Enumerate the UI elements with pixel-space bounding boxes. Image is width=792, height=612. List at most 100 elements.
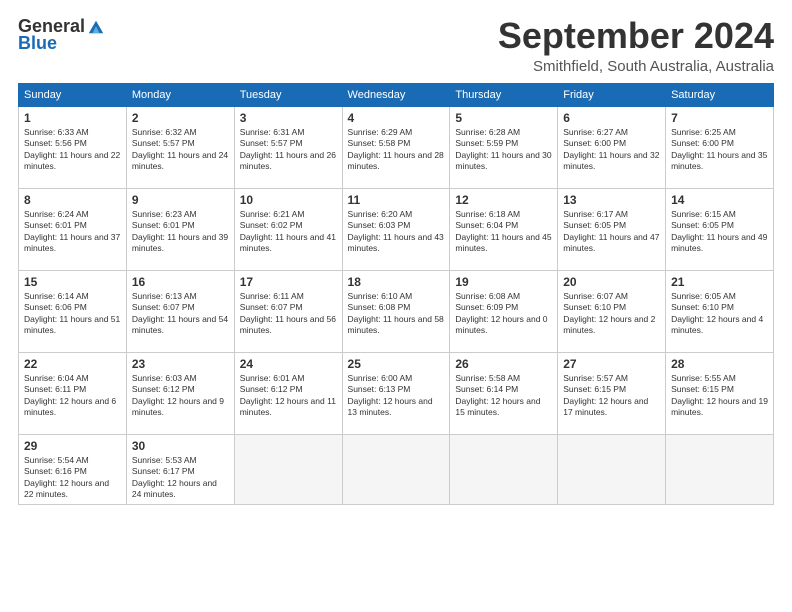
calendar-cell: 7 Sunrise: 6:25 AMSunset: 6:00 PMDayligh…: [666, 106, 774, 188]
day-info: Sunrise: 6:08 AMSunset: 6:09 PMDaylight:…: [455, 291, 552, 337]
calendar-cell: 12 Sunrise: 6:18 AMSunset: 6:04 PMDaylig…: [450, 188, 558, 270]
day-number: 17: [240, 275, 337, 289]
day-info: Sunrise: 6:33 AMSunset: 5:56 PMDaylight:…: [24, 127, 121, 173]
calendar-cell: 29 Sunrise: 5:54 AMSunset: 6:16 PMDaylig…: [19, 434, 127, 505]
day-info: Sunrise: 6:29 AMSunset: 5:58 PMDaylight:…: [348, 127, 445, 173]
calendar-cell: 8 Sunrise: 6:24 AMSunset: 6:01 PMDayligh…: [19, 188, 127, 270]
day-info: Sunrise: 6:15 AMSunset: 6:05 PMDaylight:…: [671, 209, 768, 255]
calendar-cell: 27 Sunrise: 5:57 AMSunset: 6:15 PMDaylig…: [558, 352, 666, 434]
day-info: Sunrise: 6:07 AMSunset: 6:10 PMDaylight:…: [563, 291, 660, 337]
day-info: Sunrise: 5:57 AMSunset: 6:15 PMDaylight:…: [563, 373, 660, 419]
day-header-monday: Monday: [126, 83, 234, 106]
day-number: 10: [240, 193, 337, 207]
calendar-cell: 30 Sunrise: 5:53 AMSunset: 6:17 PMDaylig…: [126, 434, 234, 505]
calendar-cell: 13 Sunrise: 6:17 AMSunset: 6:05 PMDaylig…: [558, 188, 666, 270]
calendar-cell: 5 Sunrise: 6:28 AMSunset: 5:59 PMDayligh…: [450, 106, 558, 188]
calendar-cell: 2 Sunrise: 6:32 AMSunset: 5:57 PMDayligh…: [126, 106, 234, 188]
day-info: Sunrise: 6:04 AMSunset: 6:11 PMDaylight:…: [24, 373, 121, 419]
calendar-cell: 6 Sunrise: 6:27 AMSunset: 6:00 PMDayligh…: [558, 106, 666, 188]
calendar-cell: 23 Sunrise: 6:03 AMSunset: 6:12 PMDaylig…: [126, 352, 234, 434]
calendar-cell: 25 Sunrise: 6:00 AMSunset: 6:13 PMDaylig…: [342, 352, 450, 434]
day-number: 22: [24, 357, 121, 371]
day-info: Sunrise: 6:31 AMSunset: 5:57 PMDaylight:…: [240, 127, 337, 173]
title-block: September 2024 Smithfield, South Austral…: [498, 16, 774, 75]
day-info: Sunrise: 6:27 AMSunset: 6:00 PMDaylight:…: [563, 127, 660, 173]
day-number: 5: [455, 111, 552, 125]
logo-icon: [87, 18, 105, 36]
day-info: Sunrise: 6:01 AMSunset: 6:12 PMDaylight:…: [240, 373, 337, 419]
day-info: Sunrise: 5:58 AMSunset: 6:14 PMDaylight:…: [455, 373, 552, 419]
day-number: 9: [132, 193, 229, 207]
calendar-cell: 10 Sunrise: 6:21 AMSunset: 6:02 PMDaylig…: [234, 188, 342, 270]
calendar-cell: 24 Sunrise: 6:01 AMSunset: 6:12 PMDaylig…: [234, 352, 342, 434]
day-number: 1: [24, 111, 121, 125]
calendar-cell: 21 Sunrise: 6:05 AMSunset: 6:10 PMDaylig…: [666, 270, 774, 352]
day-number: 19: [455, 275, 552, 289]
day-header-saturday: Saturday: [666, 83, 774, 106]
calendar-cell: [342, 434, 450, 505]
day-info: Sunrise: 6:24 AMSunset: 6:01 PMDaylight:…: [24, 209, 121, 255]
day-number: 18: [348, 275, 445, 289]
calendar-cell: 4 Sunrise: 6:29 AMSunset: 5:58 PMDayligh…: [342, 106, 450, 188]
day-header-tuesday: Tuesday: [234, 83, 342, 106]
day-header-friday: Friday: [558, 83, 666, 106]
day-number: 7: [671, 111, 768, 125]
header: General Blue September 2024 Smithfield, …: [18, 16, 774, 75]
day-number: 25: [348, 357, 445, 371]
day-number: 30: [132, 439, 229, 453]
calendar-cell: 17 Sunrise: 6:11 AMSunset: 6:07 PMDaylig…: [234, 270, 342, 352]
day-info: Sunrise: 5:53 AMSunset: 6:17 PMDaylight:…: [132, 455, 229, 501]
day-info: Sunrise: 5:55 AMSunset: 6:15 PMDaylight:…: [671, 373, 768, 419]
calendar-week-1: 1 Sunrise: 6:33 AMSunset: 5:56 PMDayligh…: [19, 106, 774, 188]
day-number: 23: [132, 357, 229, 371]
page: General Blue September 2024 Smithfield, …: [0, 0, 792, 612]
day-number: 6: [563, 111, 660, 125]
day-info: Sunrise: 6:32 AMSunset: 5:57 PMDaylight:…: [132, 127, 229, 173]
calendar-week-4: 22 Sunrise: 6:04 AMSunset: 6:11 PMDaylig…: [19, 352, 774, 434]
day-header-sunday: Sunday: [19, 83, 127, 106]
logo-blue-text: Blue: [18, 33, 57, 54]
calendar-cell: [234, 434, 342, 505]
month-title: September 2024: [498, 16, 774, 56]
calendar-cell: 9 Sunrise: 6:23 AMSunset: 6:01 PMDayligh…: [126, 188, 234, 270]
calendar-week-2: 8 Sunrise: 6:24 AMSunset: 6:01 PMDayligh…: [19, 188, 774, 270]
calendar-cell: [666, 434, 774, 505]
calendar-cell: 19 Sunrise: 6:08 AMSunset: 6:09 PMDaylig…: [450, 270, 558, 352]
calendar-cell: 16 Sunrise: 6:13 AMSunset: 6:07 PMDaylig…: [126, 270, 234, 352]
day-number: 27: [563, 357, 660, 371]
day-number: 15: [24, 275, 121, 289]
calendar-cell: 3 Sunrise: 6:31 AMSunset: 5:57 PMDayligh…: [234, 106, 342, 188]
calendar: SundayMondayTuesdayWednesdayThursdayFrid…: [18, 83, 774, 506]
calendar-cell: 15 Sunrise: 6:14 AMSunset: 6:06 PMDaylig…: [19, 270, 127, 352]
day-number: 24: [240, 357, 337, 371]
calendar-week-5: 29 Sunrise: 5:54 AMSunset: 6:16 PMDaylig…: [19, 434, 774, 505]
day-number: 20: [563, 275, 660, 289]
day-info: Sunrise: 6:21 AMSunset: 6:02 PMDaylight:…: [240, 209, 337, 255]
calendar-cell: 18 Sunrise: 6:10 AMSunset: 6:08 PMDaylig…: [342, 270, 450, 352]
location: Smithfield, South Australia, Australia: [498, 58, 774, 75]
day-number: 11: [348, 193, 445, 207]
day-number: 12: [455, 193, 552, 207]
day-info: Sunrise: 6:03 AMSunset: 6:12 PMDaylight:…: [132, 373, 229, 419]
day-header-wednesday: Wednesday: [342, 83, 450, 106]
day-info: Sunrise: 6:25 AMSunset: 6:00 PMDaylight:…: [671, 127, 768, 173]
day-info: Sunrise: 6:10 AMSunset: 6:08 PMDaylight:…: [348, 291, 445, 337]
day-info: Sunrise: 6:23 AMSunset: 6:01 PMDaylight:…: [132, 209, 229, 255]
day-info: Sunrise: 6:17 AMSunset: 6:05 PMDaylight:…: [563, 209, 660, 255]
day-info: Sunrise: 6:05 AMSunset: 6:10 PMDaylight:…: [671, 291, 768, 337]
calendar-cell: 28 Sunrise: 5:55 AMSunset: 6:15 PMDaylig…: [666, 352, 774, 434]
day-number: 28: [671, 357, 768, 371]
day-info: Sunrise: 6:13 AMSunset: 6:07 PMDaylight:…: [132, 291, 229, 337]
calendar-cell: [558, 434, 666, 505]
day-number: 26: [455, 357, 552, 371]
day-info: Sunrise: 6:11 AMSunset: 6:07 PMDaylight:…: [240, 291, 337, 337]
day-number: 3: [240, 111, 337, 125]
calendar-week-3: 15 Sunrise: 6:14 AMSunset: 6:06 PMDaylig…: [19, 270, 774, 352]
calendar-cell: 11 Sunrise: 6:20 AMSunset: 6:03 PMDaylig…: [342, 188, 450, 270]
day-info: Sunrise: 6:14 AMSunset: 6:06 PMDaylight:…: [24, 291, 121, 337]
day-number: 16: [132, 275, 229, 289]
day-info: Sunrise: 5:54 AMSunset: 6:16 PMDaylight:…: [24, 455, 121, 501]
logo: General Blue: [18, 16, 105, 54]
day-number: 21: [671, 275, 768, 289]
day-info: Sunrise: 6:28 AMSunset: 5:59 PMDaylight:…: [455, 127, 552, 173]
